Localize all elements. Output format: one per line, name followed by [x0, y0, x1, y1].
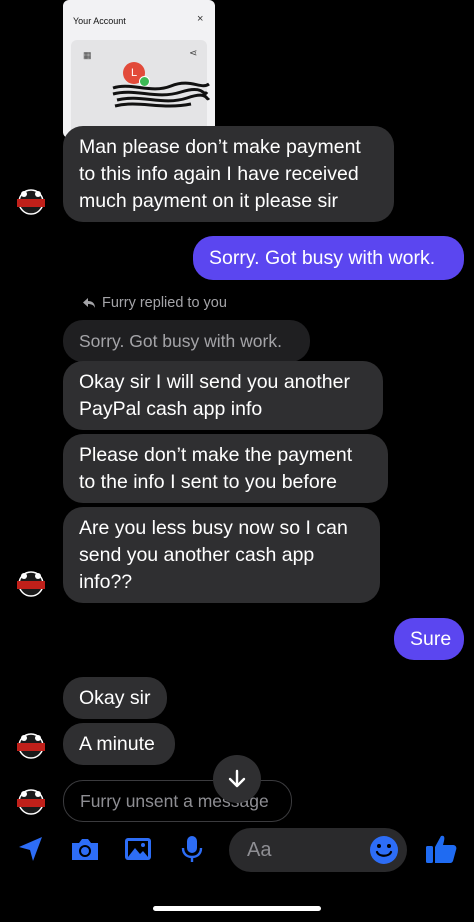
card-profile-panel: ▦ ⋖ L — [71, 40, 211, 138]
scroll-to-bottom-button[interactable] — [213, 755, 261, 803]
message-text: Okay sir — [79, 686, 151, 709]
incoming-message[interactable]: A minute — [63, 723, 175, 765]
outgoing-message[interactable]: Sure — [394, 618, 464, 660]
microphone-button[interactable] — [175, 832, 209, 866]
location-button[interactable] — [14, 832, 48, 866]
sender-avatar-icon[interactable] — [14, 188, 48, 218]
reply-label-text: Furry replied to you — [102, 295, 227, 311]
emoji-icon[interactable] — [368, 834, 400, 866]
gallery-button[interactable] — [121, 832, 155, 866]
image-icon — [125, 838, 151, 860]
incoming-message[interactable]: Are you less busy now so I can send you … — [63, 507, 380, 603]
reply-arrow-icon — [83, 298, 95, 308]
incoming-message[interactable]: Man please don’t make payment to this in… — [63, 126, 394, 222]
camera-button[interactable] — [68, 832, 102, 866]
shared-account-card[interactable]: Your Account × ▦ ⋖ L — [63, 0, 215, 138]
message-text: Man please don’t make payment to this in… — [79, 135, 361, 212]
incoming-message[interactable]: Okay sir I will send you another PayPal … — [63, 361, 383, 430]
location-arrow-icon — [19, 837, 42, 861]
sender-avatar-icon[interactable] — [14, 570, 48, 600]
sender-avatar-icon[interactable] — [14, 788, 48, 818]
thumbs-up-icon — [426, 835, 457, 863]
message-text: Sorry. Got busy with work. — [209, 246, 436, 269]
incoming-message[interactable]: Okay sir — [63, 677, 167, 719]
message-text: Sure — [410, 627, 452, 650]
message-text: A minute — [79, 732, 155, 755]
card-close-icon: × — [197, 13, 204, 25]
home-indicator — [153, 906, 321, 911]
outgoing-message[interactable]: Sorry. Got busy with work. — [193, 236, 464, 280]
like-button[interactable] — [424, 832, 458, 866]
incoming-message[interactable]: Please don’t make the payment to the inf… — [63, 434, 388, 503]
card-title: Your Account — [73, 16, 126, 26]
camera-icon — [72, 839, 98, 860]
qr-code-icon: ▦ — [83, 50, 92, 60]
share-icon: ⋖ — [189, 48, 198, 59]
message-text: Please don’t make the payment to the inf… — [79, 443, 353, 493]
sender-avatar-icon[interactable] — [14, 732, 48, 762]
message-text: Okay sir I will send you another PayPal … — [79, 370, 350, 420]
message-text: Are you less busy now so I can send you … — [79, 516, 348, 593]
arrow-down-icon — [228, 769, 246, 788]
scribble-redaction — [112, 81, 211, 108]
quoted-text: Sorry. Got busy with work. — [79, 330, 282, 351]
message-input-placeholder: Aa — [247, 838, 272, 861]
quoted-message[interactable]: Sorry. Got busy with work. — [63, 320, 310, 362]
reply-indicator: Furry replied to you — [82, 295, 227, 311]
microphone-icon — [181, 836, 203, 862]
